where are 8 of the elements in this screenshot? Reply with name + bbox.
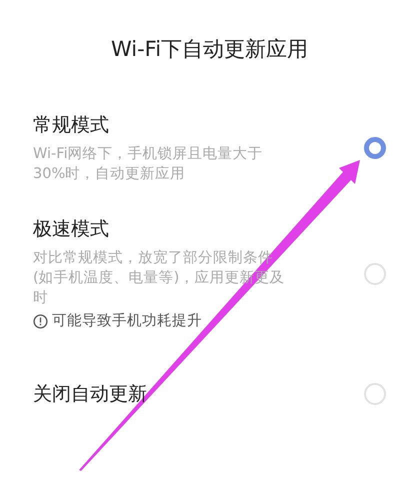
option-label: 关闭自动更新 xyxy=(33,382,148,407)
option-description: Wi-Fi网络下，手机锁屏且电量大于30%时，自动更新应用 xyxy=(33,144,264,184)
warning-icon xyxy=(33,314,48,328)
option-label: 极速模式 xyxy=(33,217,110,242)
radio-button[interactable] xyxy=(364,137,386,159)
option-label: 常规模式 xyxy=(33,113,110,138)
page-title: Wi-Fi下自动更新应用 xyxy=(110,36,310,63)
warning-text: 可能导致手机功耗提升 xyxy=(52,312,202,331)
